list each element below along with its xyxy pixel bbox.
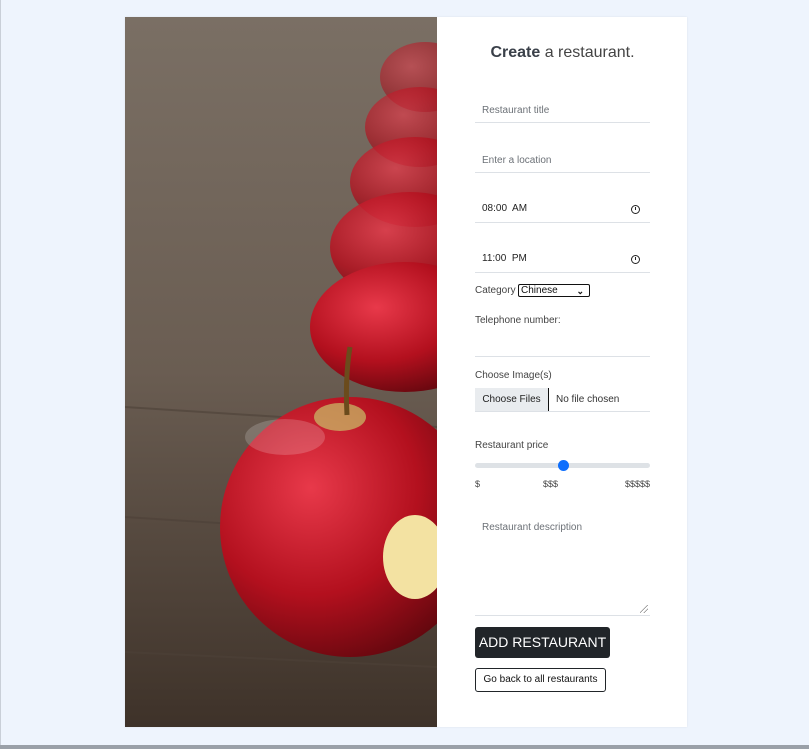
window-border-bottom <box>0 745 809 749</box>
no-file-text: No file chosen <box>556 394 620 405</box>
price-tick-high: $$$$$ <box>624 479 650 489</box>
add-restaurant-button[interactable]: ADD RESTAURANT <box>475 627 610 658</box>
restaurant-title-input[interactable] <box>475 99 650 123</box>
price-slider[interactable] <box>475 460 650 471</box>
back-to-restaurants-button[interactable]: Go back to all restaurants <box>475 668 606 692</box>
form-title-bold: Create <box>490 44 541 61</box>
telephone-input[interactable] <box>475 333 650 357</box>
opening-time-value: 08:00 AM <box>482 203 528 214</box>
category-label: Category <box>475 285 516 296</box>
price-label: Restaurant price <box>475 440 549 451</box>
description-placeholder: Restaurant description <box>482 522 583 533</box>
form-title: Create a restaurant. <box>475 44 650 62</box>
clock-icon[interactable] <box>631 255 640 264</box>
choose-files-button[interactable]: Choose Files <box>475 388 549 411</box>
image-file-input[interactable]: Choose Files No file chosen <box>475 388 650 412</box>
form-title-rest: a restaurant. <box>540 44 635 61</box>
window-border-left <box>0 0 1 749</box>
price-tick-low: $ <box>475 479 481 489</box>
create-restaurant-card: Create a restaurant. 08:00 AM 11:00 PM C… <box>125 17 687 727</box>
telephone-label: Telephone number: <box>475 315 561 326</box>
description-textarea[interactable]: Restaurant description <box>475 515 650 616</box>
price-slider-thumb[interactable] <box>557 460 569 471</box>
location-input[interactable] <box>475 149 650 173</box>
closing-time-value: 11:00 PM <box>482 253 527 264</box>
apples-illustration <box>125 17 437 727</box>
category-select[interactable]: Chinese ⌄ <box>518 284 590 297</box>
resize-handle-icon[interactable] <box>640 605 648 613</box>
price-tick-mid: $$$ <box>543 479 559 489</box>
clock-icon[interactable] <box>631 205 640 214</box>
apple-photo <box>125 17 437 727</box>
images-label: Choose Image(s) <box>475 370 552 381</box>
closing-time-input[interactable]: 11:00 PM <box>475 249 650 273</box>
opening-time-input[interactable]: 08:00 AM <box>475 199 650 223</box>
chevron-down-icon: ⌄ <box>576 286 584 296</box>
category-selected-value: Chinese <box>521 285 558 296</box>
